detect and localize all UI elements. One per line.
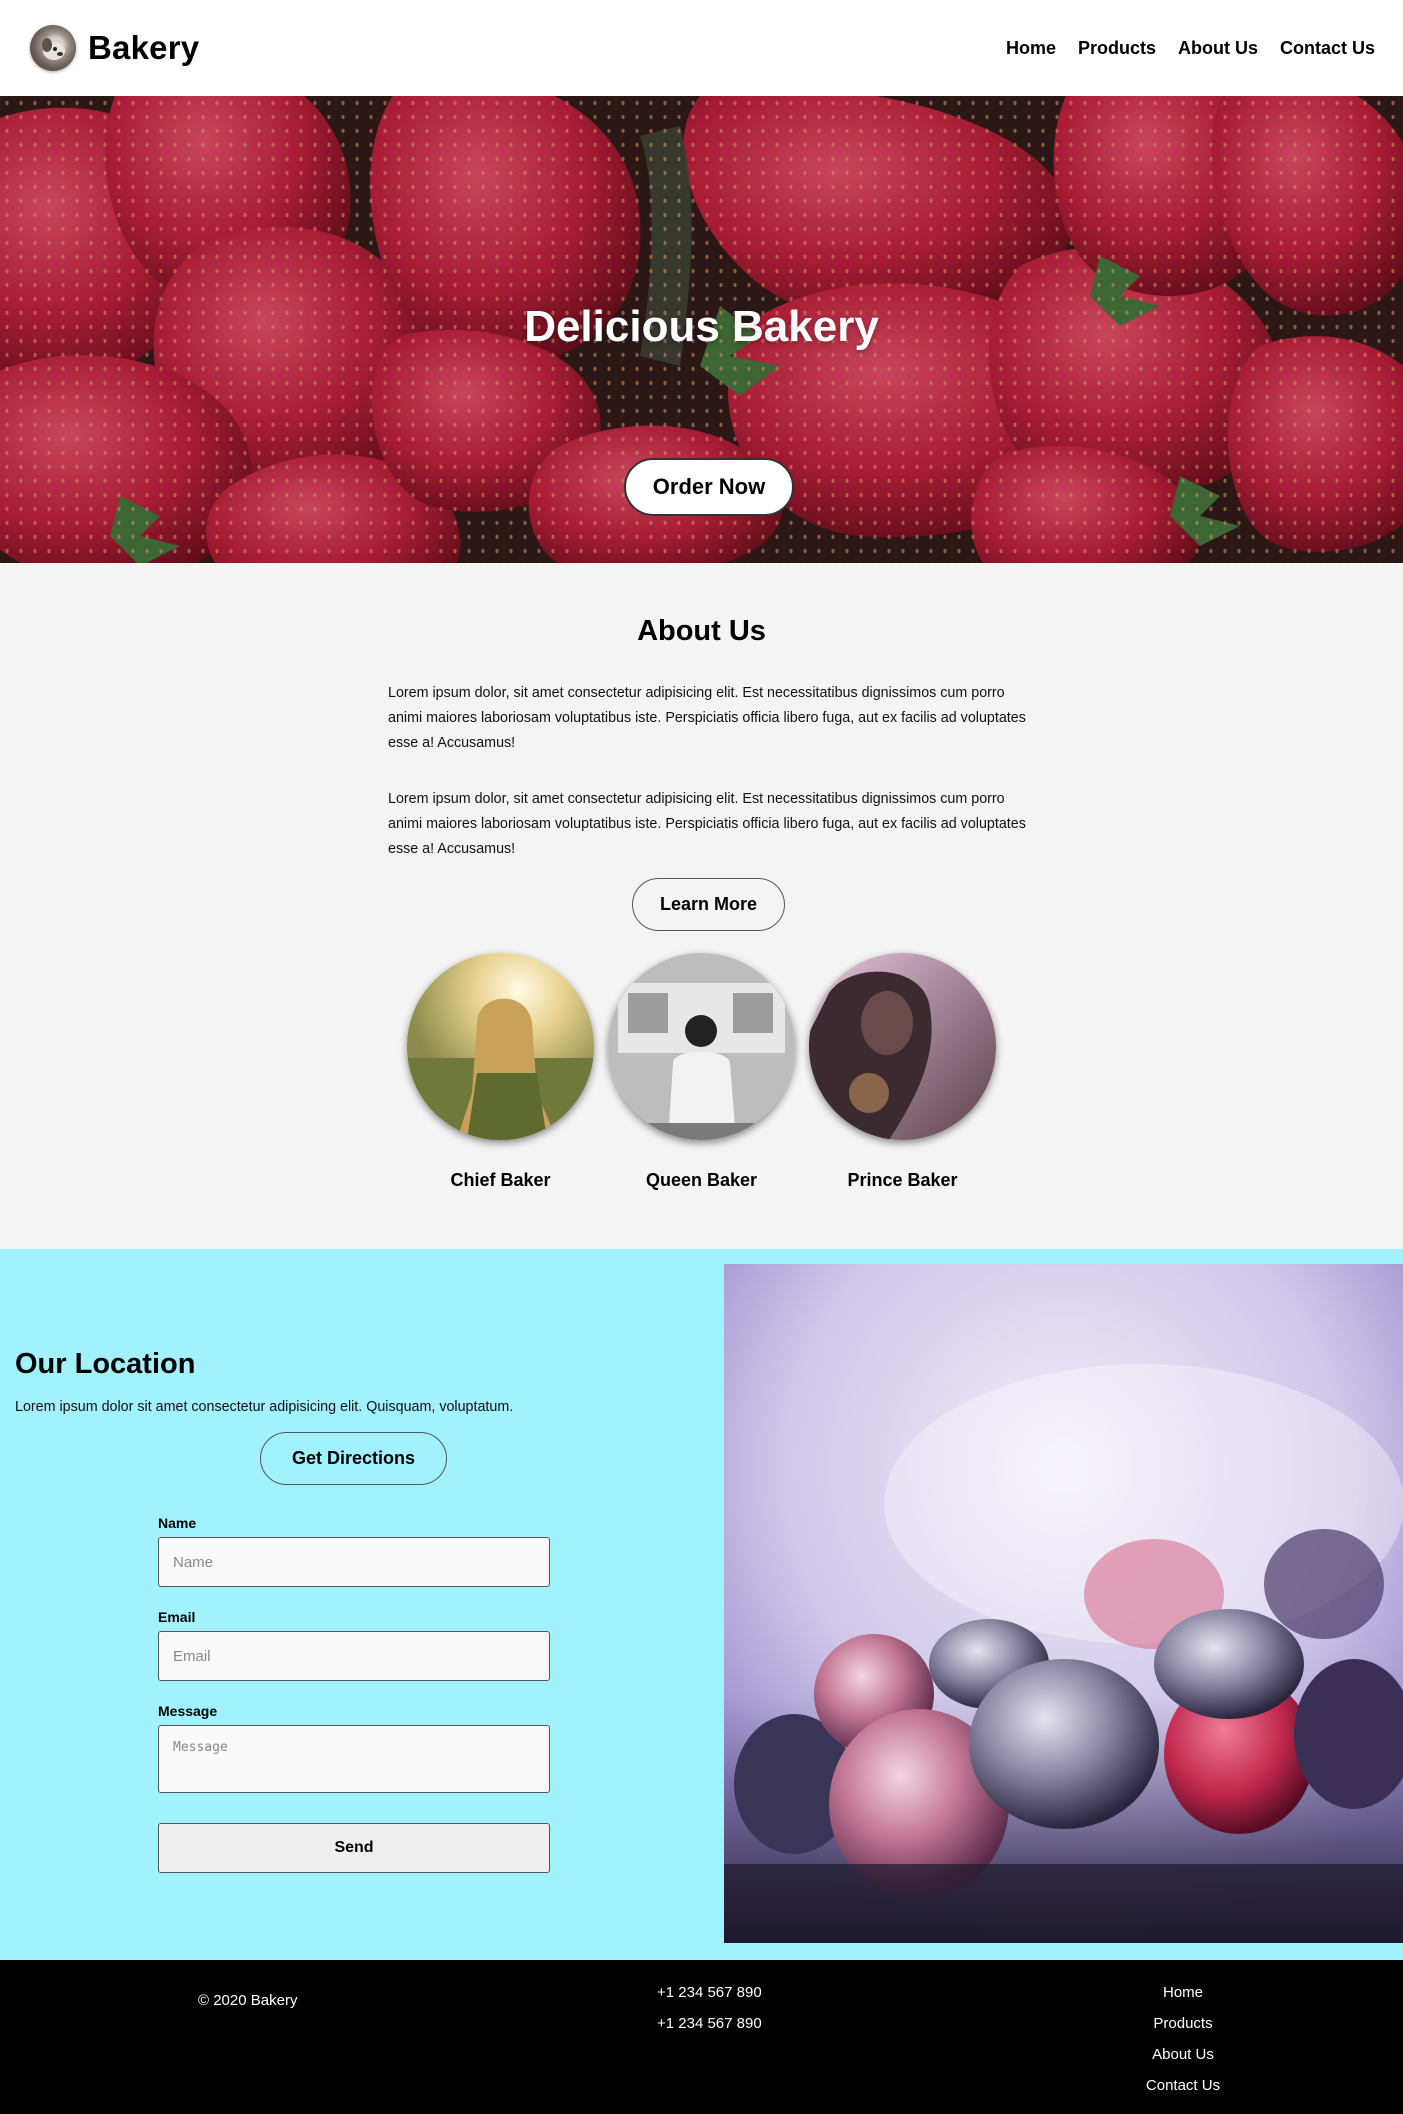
woman-in-field-photo bbox=[407, 953, 594, 1140]
order-now-button[interactable]: Order Now bbox=[624, 458, 794, 516]
woman-in-subway-photo bbox=[608, 953, 795, 1140]
team-member-name: Prince Baker bbox=[847, 1170, 958, 1190]
about-section: About Us Lorem ipsum dolor, sit amet con… bbox=[0, 563, 1403, 1249]
main-nav: Home Products About Us Contact Us bbox=[1006, 38, 1375, 59]
message-label: Message bbox=[158, 1703, 218, 1719]
team-member: Chief Baker bbox=[407, 953, 594, 1191]
hero-title: Delicious Bakery bbox=[524, 302, 879, 351]
footer-link-home[interactable]: Home bbox=[1163, 1984, 1203, 2001]
about-paragraph-2: Lorem ipsum dolor, sit amet consectetur … bbox=[388, 791, 1026, 857]
nav-products[interactable]: Products bbox=[1078, 38, 1156, 59]
email-label: Email bbox=[158, 1609, 196, 1625]
location-title: Our Location bbox=[15, 1348, 196, 1380]
dog-avatar-icon bbox=[30, 25, 76, 71]
learn-more-button[interactable]: Learn More bbox=[632, 878, 785, 931]
team-member-name: Queen Baker bbox=[645, 1170, 758, 1190]
location-description: Lorem ipsum dolor sit amet consectetur a… bbox=[15, 1399, 514, 1415]
brand[interactable]: Bakery bbox=[30, 25, 199, 71]
frozen-berries-photo bbox=[724, 1264, 1403, 1943]
get-directions-button[interactable]: Get Directions bbox=[260, 1432, 447, 1485]
footer: © 2020 Bakery +1 234 567 890 +1 234 567 … bbox=[0, 1960, 1403, 2114]
woman-portrait-photo bbox=[809, 953, 996, 1140]
team-list: Chief Baker Queen Baker Prince Baker bbox=[0, 953, 1403, 1191]
email-field[interactable] bbox=[158, 1631, 550, 1681]
nav-about-us[interactable]: About Us bbox=[1178, 38, 1258, 59]
nav-contact-us[interactable]: Contact Us bbox=[1280, 38, 1375, 59]
footer-link-contact-us[interactable]: Contact Us bbox=[1146, 2077, 1220, 2094]
about-title: About Us bbox=[637, 615, 766, 647]
top-navbar: Bakery Home Products About Us Contact Us bbox=[0, 0, 1403, 96]
phone-list: +1 234 567 890 +1 234 567 890 bbox=[657, 1984, 762, 2032]
brand-name: Bakery bbox=[88, 29, 200, 66]
send-button[interactable]: Send bbox=[158, 1823, 550, 1873]
copyright-text: © 2020 Bakery bbox=[198, 1992, 298, 2009]
footer-nav: Home Products About Us Contact Us bbox=[1123, 1984, 1243, 2094]
phone-number[interactable]: +1 234 567 890 bbox=[657, 1984, 762, 2001]
team-member: Prince Baker bbox=[809, 953, 996, 1191]
team-member: Queen Baker bbox=[608, 953, 795, 1191]
footer-link-about-us[interactable]: About Us bbox=[1152, 2046, 1214, 2063]
about-paragraph-1: Lorem ipsum dolor, sit amet consectetur … bbox=[388, 685, 1026, 751]
message-field[interactable] bbox=[158, 1725, 550, 1793]
name-field[interactable] bbox=[158, 1537, 550, 1587]
team-member-name: Chief Baker bbox=[450, 1170, 551, 1190]
contact-form: Name Email Message Send bbox=[158, 1515, 550, 1873]
nav-home[interactable]: Home bbox=[1006, 38, 1056, 59]
phone-number[interactable]: +1 234 567 890 bbox=[657, 2015, 762, 2032]
location-section: Our Location Lorem ipsum dolor sit amet … bbox=[0, 1249, 1403, 1960]
name-label: Name bbox=[158, 1515, 197, 1531]
footer-link-products[interactable]: Products bbox=[1153, 2015, 1212, 2032]
